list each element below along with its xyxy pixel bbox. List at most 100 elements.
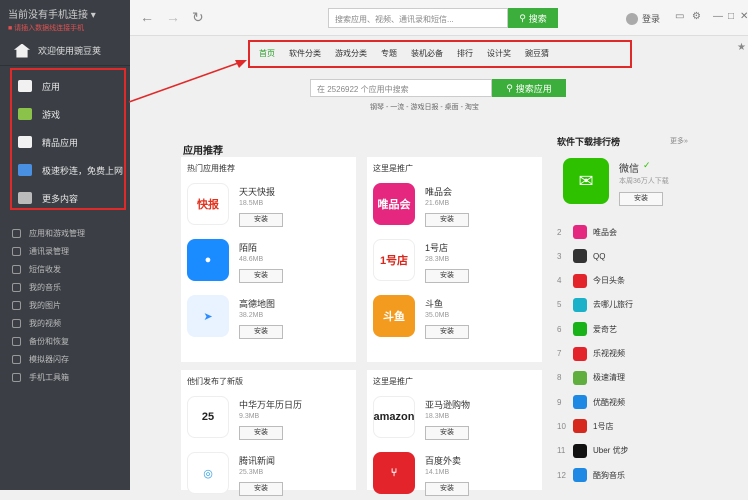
ranking-row[interactable]: 8 极速清理 bbox=[557, 368, 737, 388]
install-button[interactable]: 安装 bbox=[239, 482, 283, 496]
app-name[interactable]: 高德地图 bbox=[239, 297, 275, 310]
annotation-arrow bbox=[128, 60, 247, 103]
device-status[interactable]: 当前没有手机连接 ▾ ■ 请插入数据线连接手机 bbox=[0, 0, 130, 36]
app-item[interactable]: ⑂ 百度外卖 14.1MB 安装 bbox=[373, 450, 543, 500]
app-size: 9.3MB bbox=[239, 413, 260, 420]
sidebar-sub-item[interactable]: 手机工具箱 bbox=[0, 368, 130, 386]
message-icon[interactable]: ▭ bbox=[675, 11, 684, 22]
app-item[interactable]: 快报 天天快报 18.5MB 安装 bbox=[187, 181, 357, 231]
tabs-highlight-box bbox=[248, 40, 632, 68]
favorite-star-icon[interactable]: ★ bbox=[737, 42, 746, 53]
ranking-app-icon bbox=[573, 468, 587, 482]
app-name[interactable]: 唯品会 bbox=[425, 185, 452, 198]
ranking-row[interactable]: 3 QQ bbox=[557, 246, 737, 266]
sidebar-sub-item[interactable]: 我的图片 bbox=[0, 296, 130, 314]
ranking-row[interactable]: 12 酷狗音乐 bbox=[557, 465, 737, 485]
close-icon[interactable]: ✕ bbox=[740, 11, 748, 22]
sidebar-sub-label: 备份和恢复 bbox=[29, 336, 69, 346]
ranking-top-install-button[interactable]: 安装 bbox=[619, 192, 663, 206]
forward-arrow-icon[interactable]: → bbox=[166, 9, 180, 25]
maximize-icon[interactable]: □ bbox=[728, 11, 734, 22]
app-size: 38.2MB bbox=[239, 312, 264, 319]
install-button[interactable]: 安装 bbox=[425, 426, 469, 440]
sidebar-sub-item[interactable]: 我的音乐 bbox=[0, 278, 130, 296]
install-button[interactable]: 安装 bbox=[239, 426, 283, 440]
sidebar-sub-item[interactable]: 备份和恢复 bbox=[0, 332, 130, 350]
app-item[interactable]: 1号店 1号店 28.3MB 安装 bbox=[373, 237, 543, 287]
install-button[interactable]: 安装 bbox=[425, 482, 469, 496]
app-name[interactable]: 天天快报 bbox=[239, 185, 275, 198]
install-button[interactable]: 安装 bbox=[425, 213, 469, 227]
app-item[interactable]: amazon 亚马逊购物 18.3MB 安装 bbox=[373, 394, 543, 444]
refresh-icon[interactable]: ↻ bbox=[192, 9, 204, 26]
app-item[interactable]: 25 中华万年历日历 9.3MB 安装 bbox=[187, 394, 357, 444]
app-item[interactable]: 斗鱼 斗鱼 35.0MB 安装 bbox=[373, 293, 543, 343]
app-icon: ➤ bbox=[187, 295, 229, 337]
ranking-row[interactable]: 6 爱奇艺 bbox=[557, 319, 737, 339]
app-size: 25.3MB bbox=[239, 469, 264, 476]
avatar-icon bbox=[626, 12, 638, 25]
hot-keywords[interactable]: 钢琴 - 一流 - 游戏日报 - 桌面 - 淘宝 bbox=[370, 102, 479, 112]
top-search-input[interactable]: 搜索应用、视频、通讯录和短信... bbox=[328, 8, 508, 28]
install-button[interactable]: 安装 bbox=[239, 269, 283, 283]
ranking-app-name: 优酷视频 bbox=[593, 397, 625, 407]
app-name[interactable]: 亚马逊购物 bbox=[425, 398, 470, 411]
sidebar-welcome[interactable]: 欢迎使用豌豆荚 bbox=[0, 36, 130, 66]
sidebar-sub-icon bbox=[12, 300, 21, 310]
sidebar-sub-item[interactable]: 应用和游戏管理 bbox=[0, 224, 130, 242]
app-name[interactable]: 陌陌 bbox=[239, 241, 257, 254]
install-button[interactable]: 安装 bbox=[425, 325, 469, 339]
minimize-icon[interactable]: — bbox=[713, 11, 723, 22]
app-item[interactable]: 唯品会 唯品会 21.6MB 安装 bbox=[373, 181, 543, 231]
app-size: 18.5MB bbox=[239, 200, 264, 207]
ranking-top-item[interactable]: ✉ 微信 ✓ 本周36万人下载 安装 bbox=[557, 154, 737, 214]
back-arrow-icon[interactable]: ← bbox=[140, 9, 154, 25]
welcome-label: 欢迎使用豌豆荚 bbox=[38, 46, 102, 56]
ranking-app-name: 酷狗音乐 bbox=[593, 470, 625, 480]
ranking-number: 6 bbox=[557, 324, 562, 334]
ranking-app-name: 唯品会 bbox=[593, 227, 617, 237]
sidebar-sub-icon bbox=[12, 228, 21, 238]
card-title: 他们发布了新版 bbox=[187, 377, 243, 386]
app-name[interactable]: 腾讯新闻 bbox=[239, 454, 275, 467]
ranking-more-link[interactable]: 更多» bbox=[670, 136, 688, 146]
app-name[interactable]: 1号店 bbox=[425, 241, 448, 254]
ranking-row[interactable]: 5 去哪儿旅行 bbox=[557, 295, 737, 315]
app-name[interactable]: 中华万年历日历 bbox=[239, 398, 302, 411]
app-item[interactable]: ◎ 腾讯新闻 25.3MB 安装 bbox=[187, 450, 357, 500]
ranking-row[interactable]: 4 今日头条 bbox=[557, 271, 737, 291]
sidebar-sub-item[interactable]: 模拟器闪存 bbox=[0, 350, 130, 368]
install-button[interactable]: 安装 bbox=[239, 325, 283, 339]
ranking-row[interactable]: 9 优酷视频 bbox=[557, 392, 737, 412]
search-icon: ⚲ bbox=[506, 82, 513, 93]
sidebar-sub-label: 我的视频 bbox=[29, 318, 61, 328]
app-icon: 快报 bbox=[187, 183, 229, 225]
sidebar-sub-item[interactable]: 短信收发 bbox=[0, 260, 130, 278]
app-search-button-label: 搜索应用 bbox=[515, 83, 552, 94]
section-title: 应用推荐 bbox=[183, 146, 223, 157]
ranking-row[interactable]: 10 1号店 bbox=[557, 416, 737, 436]
install-button[interactable]: 安装 bbox=[239, 213, 283, 227]
app-search-input[interactable]: 在 2526922 个应用中搜索 bbox=[310, 79, 492, 97]
device-title[interactable]: 当前没有手机连接 ▾ bbox=[8, 6, 122, 21]
ranking-row[interactable]: 7 乐视视频 bbox=[557, 344, 737, 364]
top-search-button[interactable]: ⚲ 搜索 bbox=[508, 8, 558, 28]
ranking-row[interactable]: 11 Uber 优步 bbox=[557, 441, 737, 461]
sidebar-sub-label: 模拟器闪存 bbox=[29, 354, 69, 364]
sidebar-sub-item[interactable]: 我的视频 bbox=[0, 314, 130, 332]
sidebar-sub-item[interactable]: 通讯录管理 bbox=[0, 242, 130, 260]
install-button[interactable]: 安装 bbox=[425, 269, 469, 283]
app-item[interactable]: ● 陌陌 48.6MB 安装 bbox=[187, 237, 357, 287]
login-link[interactable]: 登录 bbox=[626, 12, 660, 25]
ranking-app-icon bbox=[573, 346, 587, 361]
app-item[interactable]: ➤ 高德地图 38.2MB 安装 bbox=[187, 293, 357, 343]
app-name[interactable]: 百度外卖 bbox=[425, 454, 461, 467]
app-name[interactable]: 斗鱼 bbox=[425, 297, 443, 310]
ranking-row[interactable]: 2 唯品会 bbox=[557, 222, 737, 242]
settings-icon[interactable]: ⚙ bbox=[692, 11, 701, 22]
ranking-top-sub: 本周36万人下载 bbox=[619, 178, 669, 185]
ranking-app-icon bbox=[573, 370, 587, 385]
app-icon: ⑂ bbox=[373, 452, 415, 494]
app-icon: amazon bbox=[373, 396, 415, 438]
app-search-button[interactable]: ⚲ 搜索应用 bbox=[492, 79, 566, 97]
